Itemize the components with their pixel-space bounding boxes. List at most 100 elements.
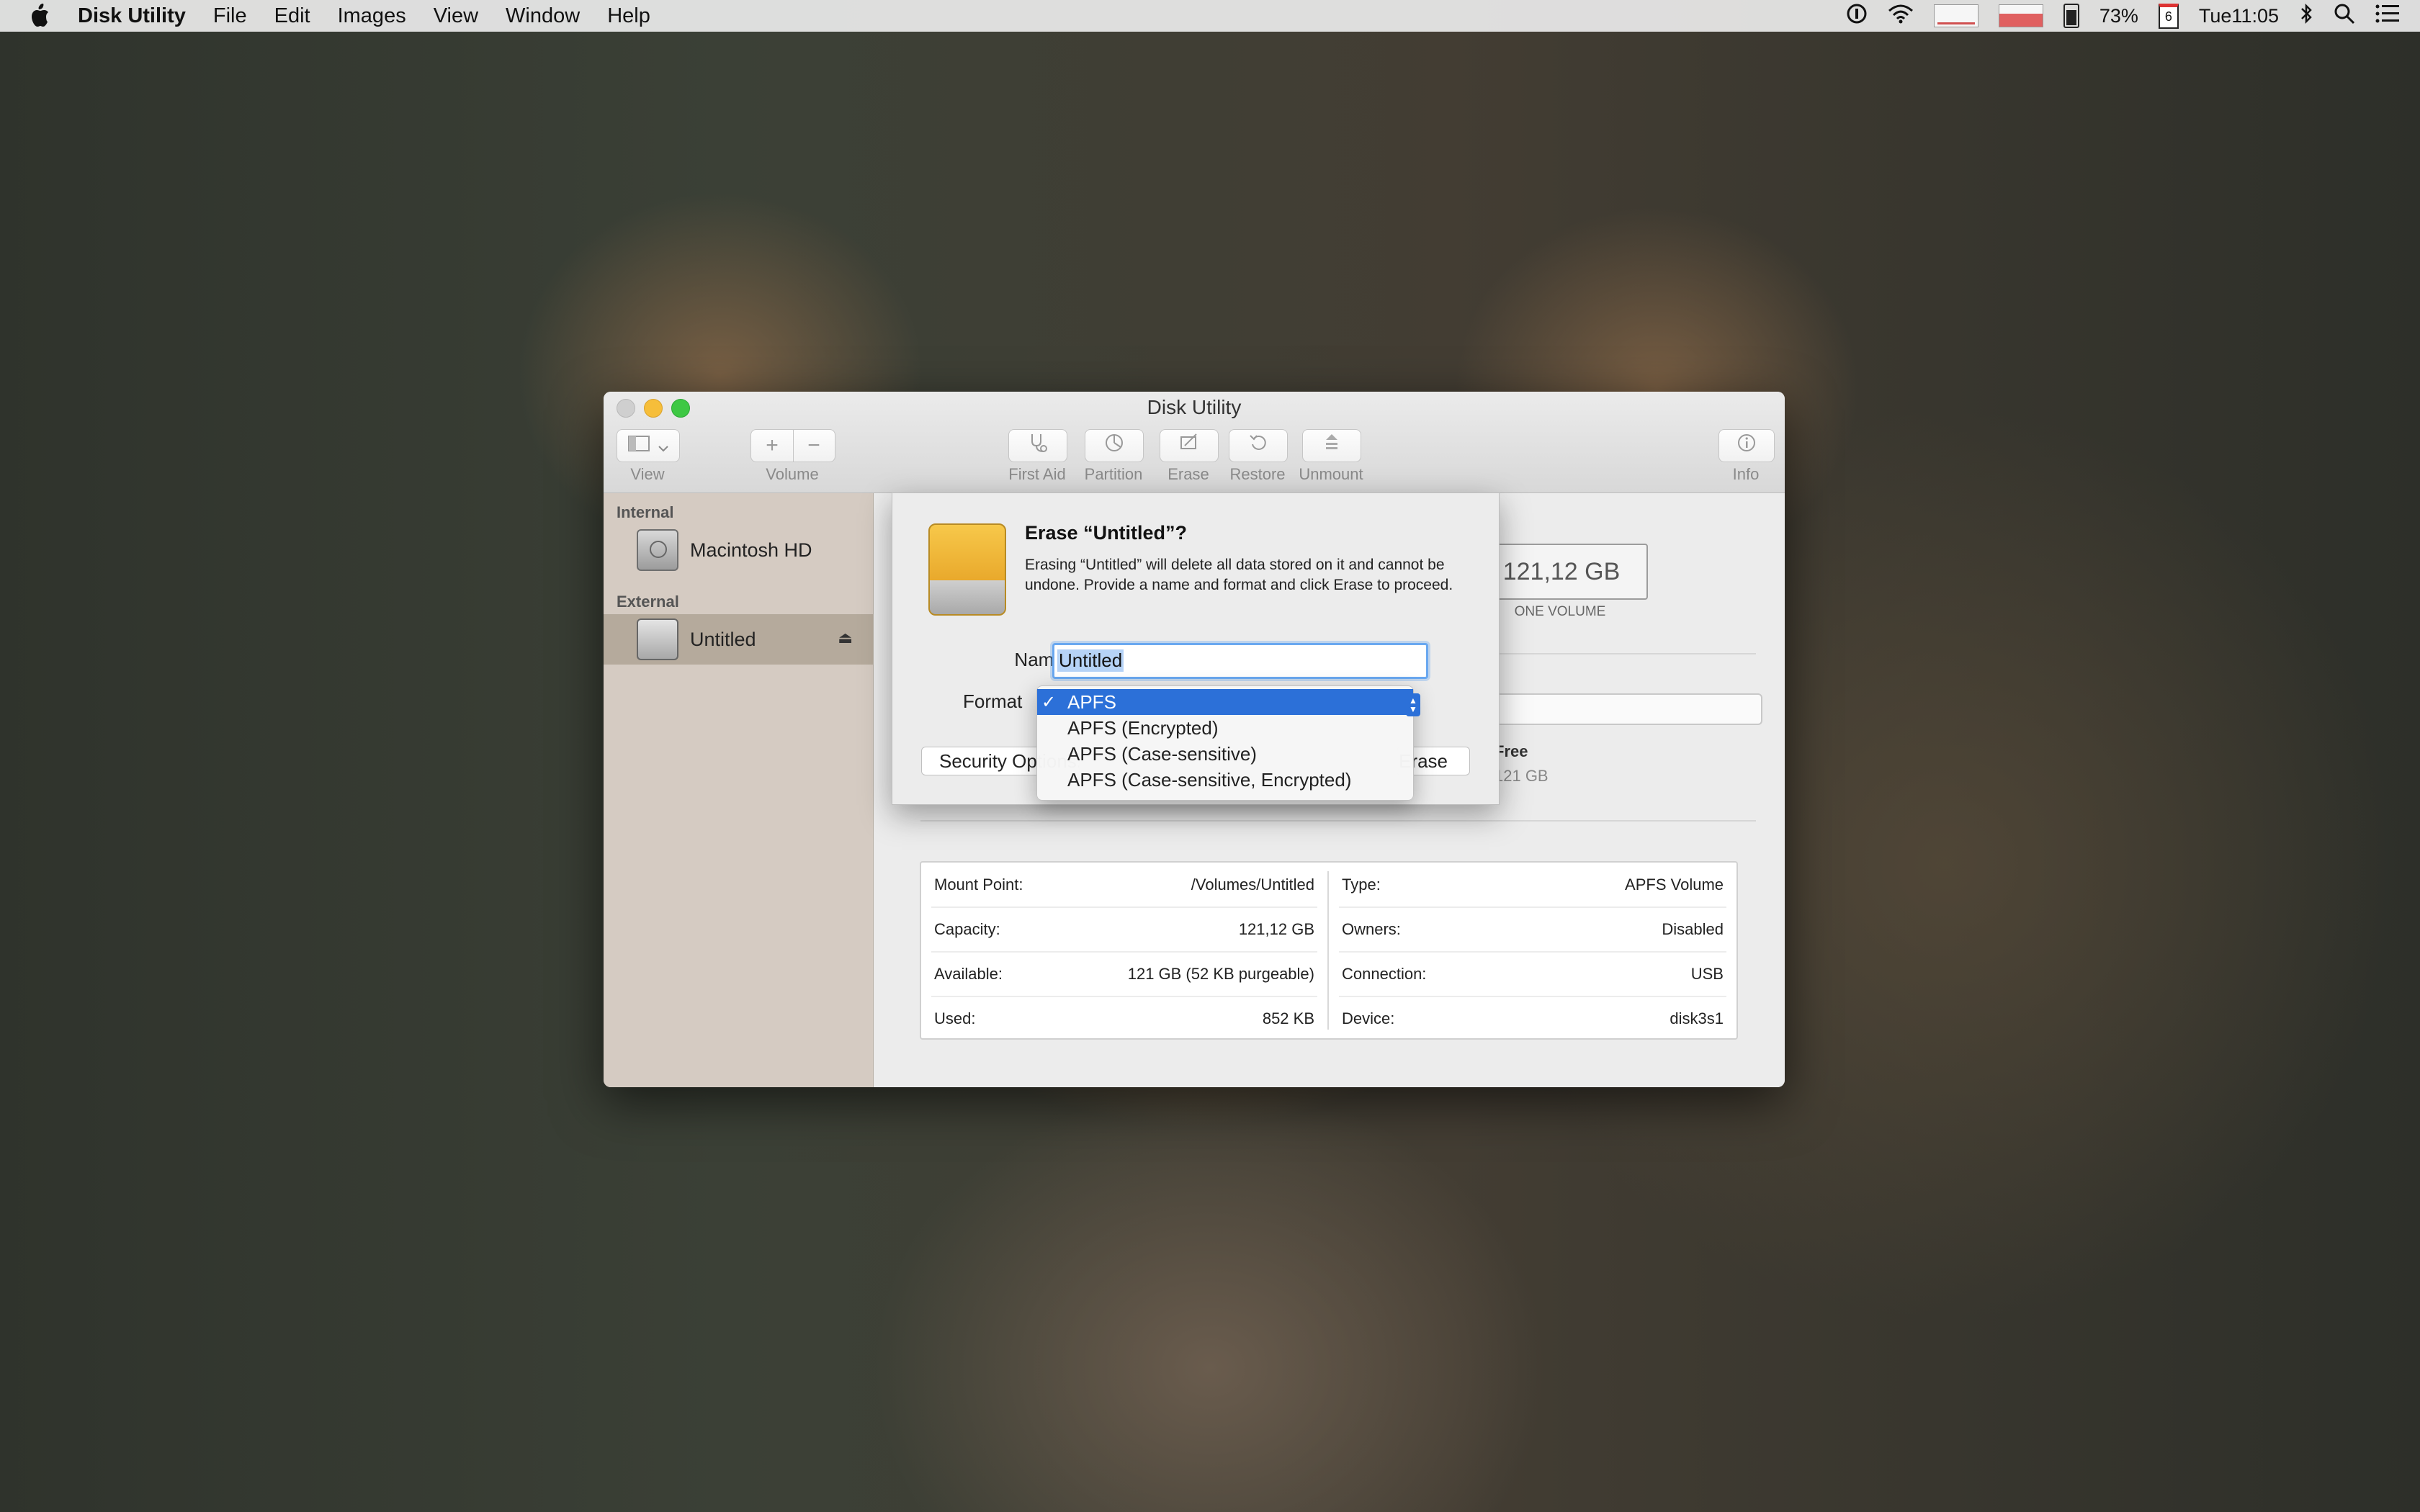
info-key: Connection: [1342,965,1427,983]
external-drive-icon [928,523,1006,616]
sidebar-header-external: External [617,593,679,611]
info-value: Disabled [1662,920,1724,938]
notification-center-icon[interactable] [2375,4,2400,28]
info-label: Info [1732,465,1760,483]
sheet-description: Erasing “Untitled” will delete all data … [1025,557,1453,593]
info-key: Used: [934,1009,976,1027]
info-row-type: Type: APFS Volume [1329,863,1736,907]
info-row-device: Device: disk3s1 [1329,996,1736,1041]
format-option-apfs[interactable]: ✓ APFS ▲ ▼ [1037,689,1420,716]
info-key: Owners: [1342,920,1401,938]
menu-images[interactable]: Images [338,4,406,28]
popup-stepper-icon: ▲ ▼ [1406,693,1420,716]
info-value: 121,12 GB [1238,920,1314,938]
apple-menu-icon[interactable] [27,3,52,29]
info-value: USB [1690,965,1724,983]
info-row-capacity: Capacity: 121,12 GB [921,907,1327,952]
chevron-down-icon [658,433,668,458]
info-panel: Mount Point: /Volumes/Untitled Capacity:… [920,861,1738,1040]
info-row-used: Used: 852 KB [921,996,1327,1041]
first-aid-label: First Aid [1008,465,1066,483]
external-disk-icon [637,618,678,660]
info-key: Mount Point: [934,876,1023,894]
menu-file[interactable]: File [213,4,247,28]
info-key: Available: [934,965,1003,983]
window-title: Disk Utility [1147,396,1242,418]
battery-percent[interactable]: 73% [2099,5,2138,27]
remove-volume-icon[interactable]: − [793,433,835,458]
checkmark-icon: ✓ [1041,692,1057,712]
password-manager-icon[interactable] [1846,3,1868,30]
menu-bar: Disk Utility File Edit Images View Windo… [0,0,2420,32]
name-input-value: Untitled [1057,649,1124,672]
clock[interactable]: Tue11:05 [2199,5,2279,27]
format-option-apfs-case-sensitive-encrypted[interactable]: APFS (Case-sensitive, Encrypted) [1037,767,1413,793]
unmount-icon [1322,433,1342,459]
add-volume-icon[interactable]: + [751,433,793,458]
info-row-connection: Connection: USB [1329,952,1736,996]
capacity-display: 121,12 GB [1475,544,1648,600]
erase-label: Erase [1168,465,1209,483]
restore-button[interactable] [1229,429,1288,462]
sheet-title: Erase “Untitled”? [1025,522,1188,544]
sidebar-item-label: Macintosh HD [690,539,812,561]
menu-view[interactable]: View [434,4,478,28]
pie-chart-icon [1104,433,1124,459]
sidebar-item-macintosh-hd[interactable]: Macintosh HD [604,525,873,575]
restore-icon [1248,433,1268,459]
info-row-mount-point: Mount Point: /Volumes/Untitled [921,863,1327,907]
sidebar-item-label: Untitled [690,628,756,650]
memory-graph-icon[interactable] [1998,4,2043,27]
eject-icon[interactable]: ⏏ [838,629,853,647]
format-option-label: APFS (Case-sensitive, Encrypted) [1067,768,1352,791]
sidebar-header-internal: Internal [617,503,674,521]
info-value: 852 KB [1262,1009,1314,1027]
erase-toolbar-button[interactable] [1160,429,1219,462]
view-button[interactable] [617,429,680,462]
info-key: Type: [1342,876,1381,894]
info-value: disk3s1 [1670,1009,1724,1027]
first-aid-button[interactable] [1008,429,1067,462]
format-option-apfs-case-sensitive[interactable]: APFS (Case-sensitive) [1037,741,1413,767]
toolbar: Disk Utility View + − Volume First Aid P… [604,392,1785,493]
info-key: Device: [1342,1009,1395,1027]
name-input[interactable]: Untitled [1052,643,1428,679]
menu-help[interactable]: Help [607,4,650,28]
format-option-label: APFS (Case-sensitive) [1067,742,1257,765]
unmount-button[interactable] [1302,429,1361,462]
format-option-apfs-encrypted[interactable]: APFS (Encrypted) [1037,715,1413,741]
wifi-icon[interactable] [1888,4,1914,29]
info-row-owners: Owners: Disabled [1329,907,1736,952]
info-row-available: Available: 121 GB (52 KB purgeable) [921,952,1327,996]
calendar-icon[interactable]: 6 [2158,3,2179,29]
spotlight-search-icon[interactable] [2334,3,2355,30]
format-dropdown-menu[interactable]: ✓ APFS ▲ ▼ APFS (Encrypted) APFS (Case-se… [1036,685,1420,801]
sidebar-icon [628,433,650,458]
info-value: /Volumes/Untitled [1191,876,1314,894]
volume-count: ONE VOLUME [1514,604,1606,619]
internal-disk-icon [637,529,678,571]
format-option-label: APFS [1067,690,1116,713]
partition-label: Partition [1084,465,1143,483]
divider [920,820,1756,822]
volume-segment: + − [750,429,835,462]
sidebar: Internal Macintosh HD External Untitled … [604,493,874,1087]
unmount-label: Unmount [1299,465,1363,483]
partition-button[interactable] [1085,429,1144,462]
battery-icon[interactable] [2063,4,2079,28]
menu-window[interactable]: Window [506,4,580,28]
format-label: Format [963,690,1023,712]
volume-label: Volume [766,465,819,483]
info-value: 121 GB (52 KB purgeable) [1127,965,1314,983]
format-option-label: APFS (Encrypted) [1067,716,1219,739]
bluetooth-icon[interactable] [2299,3,2313,30]
info-button[interactable] [1718,429,1775,462]
erase-icon [1179,433,1199,459]
app-menu[interactable]: Disk Utility [78,4,186,28]
sidebar-item-untitled[interactable]: Untitled ⏏ [604,614,873,665]
stethoscope-icon [1028,433,1048,459]
cpu-graph-icon[interactable] [1933,4,1978,27]
view-label: View [630,465,665,483]
menu-edit[interactable]: Edit [274,4,310,28]
info-value: APFS Volume [1625,876,1724,894]
